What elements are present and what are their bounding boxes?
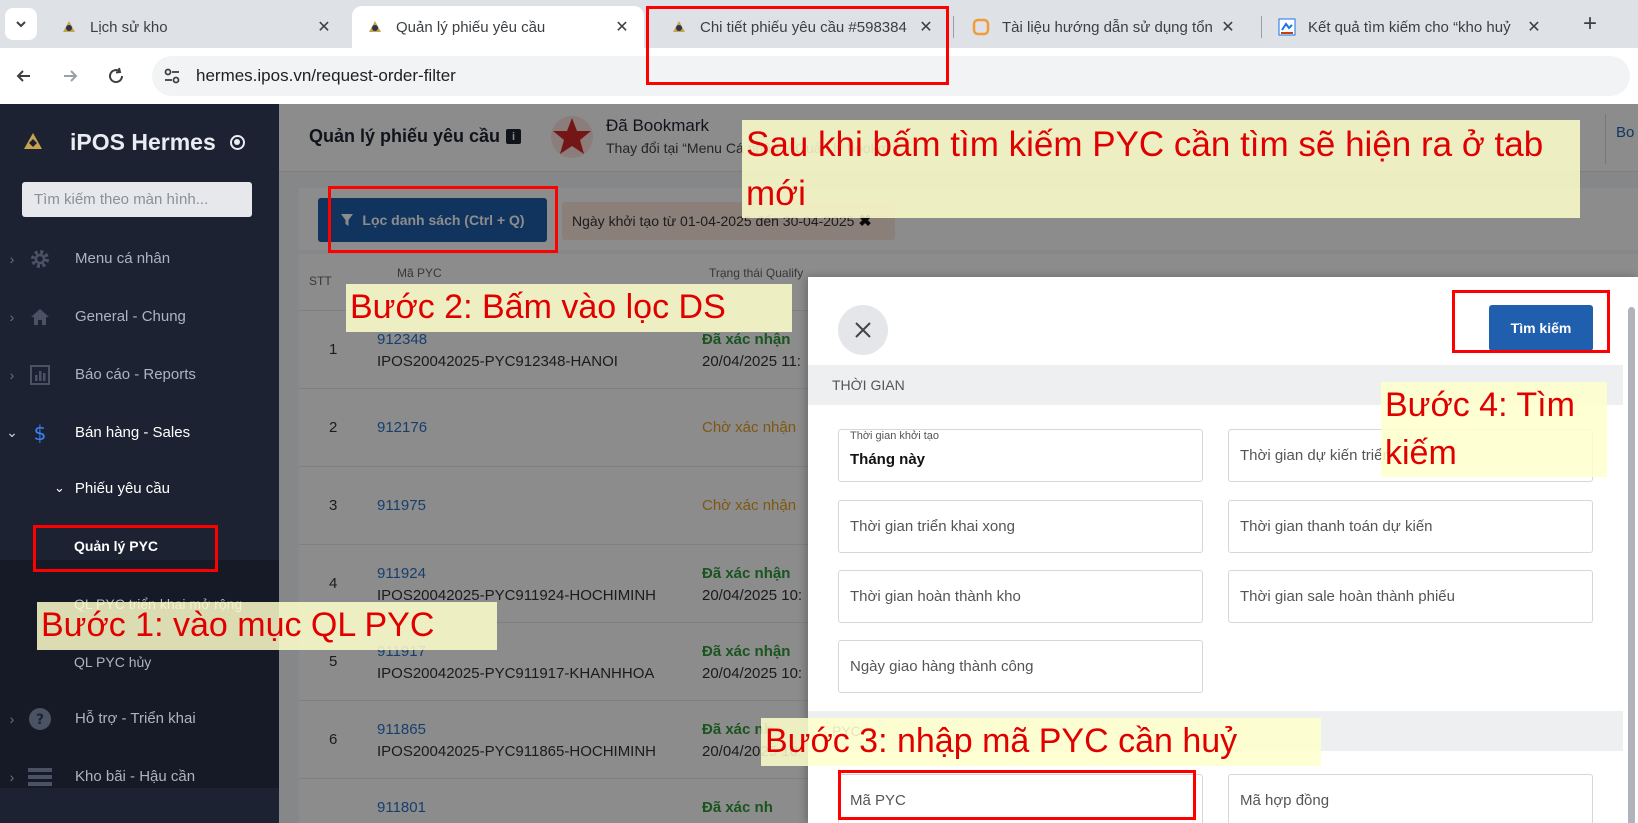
sidebar-item-label: Kho bãi - Hậu cần [75,768,196,785]
chevron-right-icon: › [9,366,15,383]
sidebar-item-label: General - Chung [75,308,186,325]
close-icon[interactable]: ✕ [1218,17,1238,37]
brand[interactable]: iPOS Hermes [20,124,245,160]
url-text: hermes.ipos.vn/request-order-filter [196,66,456,85]
back-button[interactable] [8,60,40,92]
highlight-filter-button [328,186,558,253]
delivery-success-date-field[interactable]: Ngày giao hàng thành công [838,640,1203,693]
reload-icon [109,67,124,84]
sidebar-item-label: Menu cá nhân [75,250,171,267]
chevron-down-icon: ⌄ [54,480,65,495]
arrow-right-icon [64,70,78,82]
field-placeholder: Thời gian sale hoàn thành phiếu [1240,588,1455,605]
sidebar-item-label: Báo cáo - Reports [75,366,196,383]
sidebar-item-label: Phiếu yêu cầu [74,479,170,497]
chevron-right-icon: › [9,710,15,727]
tab-title: Lịch sử kho [90,18,168,36]
sidebar-group-phieu-yeu-cau[interactable]: ⌄ Phiếu yêu cầu [0,468,279,508]
field-placeholder: Thời gian dự kiến triển [1240,447,1391,464]
tab-title: Tài liệu hướng dẫn sử dụng tổn [1002,18,1213,36]
annotation-step-1: Bước 1: vào mục QL PYC [37,602,497,650]
chevron-right-icon: › [9,250,15,267]
sale-done-time-field[interactable]: Thời gian sale hoàn thành phiếu [1228,570,1593,623]
chevron-down-icon [16,21,26,28]
ipos-favicon [60,18,78,36]
close-panel-button[interactable] [838,305,888,355]
created-time-select[interactable]: Thời gian khởi tạo Tháng này [838,429,1203,482]
list-icon [26,763,54,791]
forward-button[interactable] [54,60,86,92]
tab-ket-qua-tim-kiem[interactable]: Kết quả tìm kiếm cho “kho huỷ ✕ [1264,6,1556,48]
reload-button[interactable] [100,60,132,92]
ipos-logo-icon [24,133,42,149]
highlight-quan-ly-pyc [33,525,218,572]
radio-icon[interactable] [229,134,245,150]
site-settings-icon[interactable] [156,60,188,92]
close-icon[interactable]: ✕ [612,17,632,37]
panel-scrollbar[interactable] [1628,307,1635,823]
search-result-favicon [1278,18,1296,36]
gear-icon [26,245,54,273]
sidebar-item-label: Hỗ trợ - Triển khai [75,710,196,727]
svg-text:?: ? [36,712,44,728]
chevron-right-icon: › [9,768,15,785]
help-icon: ? [26,705,54,733]
annotation-step-2: Bước 2: Bấm vào lọc DS [346,284,792,332]
sidebar-item-label: Bán hàng - Sales [75,424,191,441]
chevron-right-icon: › [9,308,15,325]
annotation-step-3: Bước 3: nhập mã PYC cần huỷ [761,718,1321,766]
ipos-favicon [366,18,384,36]
tab-title: Quản lý phiếu yêu cầu [396,18,546,36]
deploy-done-time-field[interactable]: Thời gian triển khai xong [838,500,1203,553]
field-value: Tháng này [850,451,926,468]
sidebar-item-kho-bai[interactable]: › Kho bãi - Hậu cần [0,748,279,805]
new-tab-button[interactable]: + [1574,8,1606,40]
arrow-left-icon [16,70,30,82]
field-placeholder: Thời gian hoàn thành kho [850,588,1021,605]
tab-lich-su-kho[interactable]: Lịch sử kho ✕ [46,6,346,48]
tab-tai-lieu[interactable]: Tài liệu hướng dẫn sử dụng tổn ✕ [958,6,1250,48]
sidebar-search-input[interactable] [22,182,252,217]
close-icon [855,322,871,338]
tab-title: Kết quả tìm kiếm cho “kho huỷ [1308,18,1511,36]
brand-name: iPOS Hermes [70,128,216,155]
annotation-step-4: Bước 4: Tìm kiếm [1381,382,1607,478]
highlight-search-button [1452,290,1610,353]
annotation-new-tab-note: Sau khi bấm tìm kiếm PYC cần tìm sẽ hiện… [742,120,1580,218]
field-label: Thời gian khởi tạo [850,430,940,442]
chevron-down-icon: ⌄ [6,424,18,440]
sidebar-item-ho-tro[interactable]: › ? Hỗ trợ - Triển khai [0,690,279,747]
dollar-icon: $ [26,419,54,447]
document-favicon [972,18,990,36]
field-placeholder: Thời gian thanh toán dự kiến [1240,518,1433,535]
svg-text:$: $ [34,421,47,445]
field-placeholder: Mã hợp đồng [1240,792,1330,809]
field-placeholder: Ngày giao hàng thành công [850,658,1034,675]
sidebar-item-label: QL PYC hủy [74,654,152,670]
sidebar-item-ban-hang[interactable]: ⌄ $ Bán hàng - Sales [0,404,279,461]
tab-quan-ly-phieu[interactable]: Quản lý phiếu yêu cầu ✕ [352,6,644,48]
sidebar-item-menu-ca-nhan[interactable]: › Menu cá nhân [0,230,279,287]
tab-separator [953,16,954,38]
tab-search-button[interactable] [5,8,37,40]
app-sidebar: iPOS Hermes › Menu cá nhân › General - C… [0,104,279,823]
close-icon[interactable]: ✕ [314,17,334,37]
field-placeholder: Thời gian triển khai xong [850,518,1015,535]
warehouse-done-time-field[interactable]: Thời gian hoàn thành kho [838,570,1203,623]
close-icon[interactable]: ✕ [1524,17,1544,37]
contract-code-input[interactable]: Mã hợp đồng [1228,774,1593,823]
sidebar-item-bao-cao[interactable]: › Báo cáo - Reports [0,346,279,403]
chart-icon [26,361,54,389]
sidebar-item-general[interactable]: › General - Chung [0,288,279,345]
expected-payment-time-field[interactable]: Thời gian thanh toán dự kiến [1228,500,1593,553]
home-icon [26,303,54,331]
tab-separator [1261,16,1262,38]
highlight-pyc-code-input [838,770,1196,820]
highlight-detail-tab [646,6,949,85]
